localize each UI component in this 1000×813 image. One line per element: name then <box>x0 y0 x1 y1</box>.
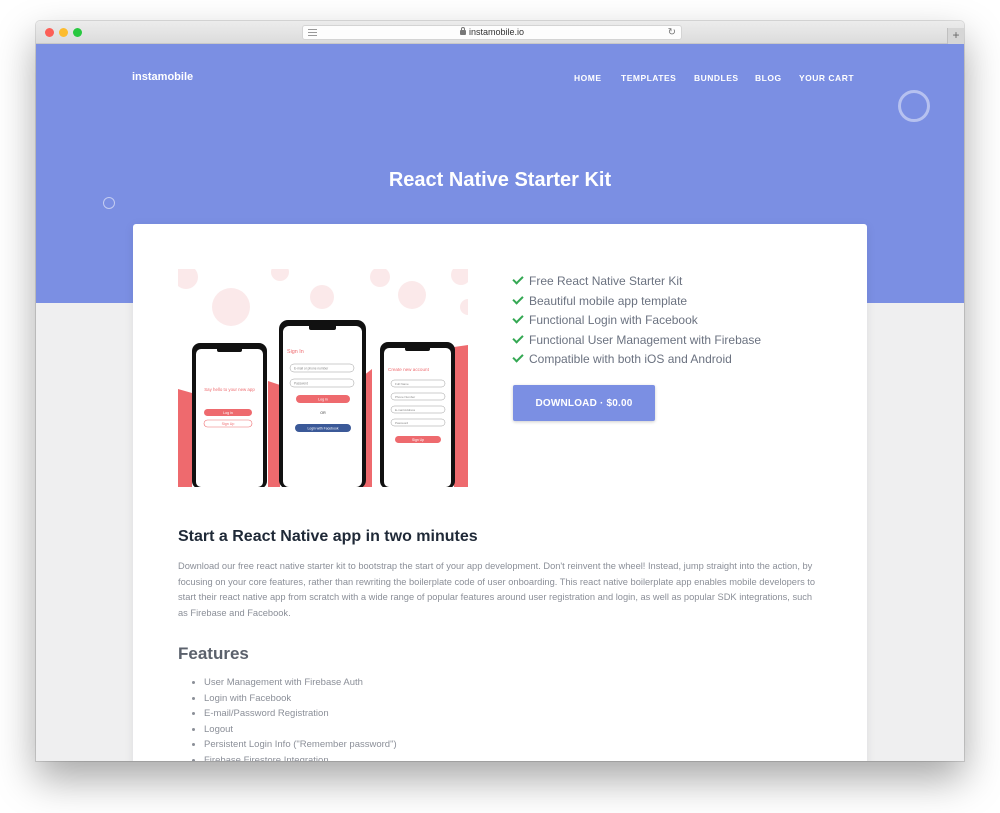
check-icon <box>512 351 524 363</box>
screen-field: E-mail Address <box>395 408 416 412</box>
screen-title: Create new account <box>388 367 430 372</box>
download-button[interactable]: DOWNLOAD · $0.00 <box>513 385 655 421</box>
screen-signup-label: Sign Up <box>412 438 424 442</box>
section-title: Start a React Native app in two minutes <box>178 528 478 545</box>
new-tab-button[interactable]: + <box>947 28 964 44</box>
screen-login-label: Log in <box>318 398 328 402</box>
screen-field: Full Name <box>395 382 409 386</box>
screen-text: Say hello to your new app <box>204 387 255 392</box>
page-title: React Native Starter Kit <box>388 169 612 191</box>
nav-templates[interactable]: TEMPLATES <box>621 73 676 83</box>
screen-field: Phone Number <box>395 395 415 399</box>
list-item: Functional User Management with Firebase <box>512 331 761 351</box>
features-heading: Features <box>178 644 249 663</box>
list-item: Beautiful mobile app template <box>512 292 761 312</box>
decorative-ring <box>898 90 930 122</box>
screen-signup-label: Sign Up <box>222 422 235 426</box>
list-item: Firebase Firestore Integration <box>204 753 397 762</box>
highlights-list: Free React Native Starter Kit Beautiful … <box>512 272 761 370</box>
features-list: User Management with Firebase Auth Login… <box>204 675 397 761</box>
address-bar[interactable]: instamobile.io ↻ <box>302 25 682 40</box>
check-icon <box>512 292 524 305</box>
reader-icon[interactable] <box>308 29 317 36</box>
list-item: Logout <box>204 722 397 738</box>
check-icon <box>512 273 524 285</box>
product-card: Say hello to your new app Log in Sign Up… <box>133 224 867 761</box>
screen-facebook-label: Login with Facebook <box>307 427 338 431</box>
list-item: Compatible with both iOS and Android <box>512 350 761 370</box>
check-icon <box>512 312 524 324</box>
screen-field: Password <box>294 382 308 386</box>
description-text: Download our free react native starter k… <box>178 561 816 618</box>
nav-blog[interactable]: BLOG <box>755 73 782 83</box>
reload-icon[interactable]: ↻ <box>668 26 676 39</box>
lock-icon <box>459 27 466 35</box>
close-window-button[interactable] <box>45 28 54 37</box>
product-screenshot-image: Say hello to your new app Log in Sign Up… <box>178 269 468 487</box>
screen-or-label: OR <box>320 411 326 415</box>
list-item: User Management with Firebase Auth <box>204 675 397 691</box>
list-item: Functional Login with Facebook <box>512 311 761 331</box>
decorative-ring <box>103 197 115 209</box>
check-icon <box>512 331 524 344</box>
browser-window: instamobile.io ↻ + instamobile HOME TEMP… <box>36 21 964 761</box>
screen-field: Password <box>395 421 409 425</box>
minimize-window-button[interactable] <box>59 28 68 37</box>
nav-bundles[interactable]: BUNDLES <box>694 73 739 83</box>
list-item: Free React Native Starter Kit <box>512 272 761 292</box>
zoom-window-button[interactable] <box>73 28 82 37</box>
url-text: instamobile.io <box>468 27 525 37</box>
list-item: Login with Facebook <box>204 691 397 707</box>
browser-titlebar: instamobile.io ↻ + <box>36 21 964 44</box>
site-logo[interactable]: instamobile <box>132 71 193 83</box>
list-item: Persistent Login Info ("Remember passwor… <box>204 737 397 753</box>
screen-title: Sign In <box>287 349 304 355</box>
screen-login-label: Log in <box>223 411 233 415</box>
screen-field: E-mail or phone number <box>294 367 329 371</box>
nav-your-cart[interactable]: YOUR CART <box>799 73 854 83</box>
list-item: E-mail/Password Registration <box>204 706 397 722</box>
nav-home[interactable]: HOME <box>574 73 602 83</box>
